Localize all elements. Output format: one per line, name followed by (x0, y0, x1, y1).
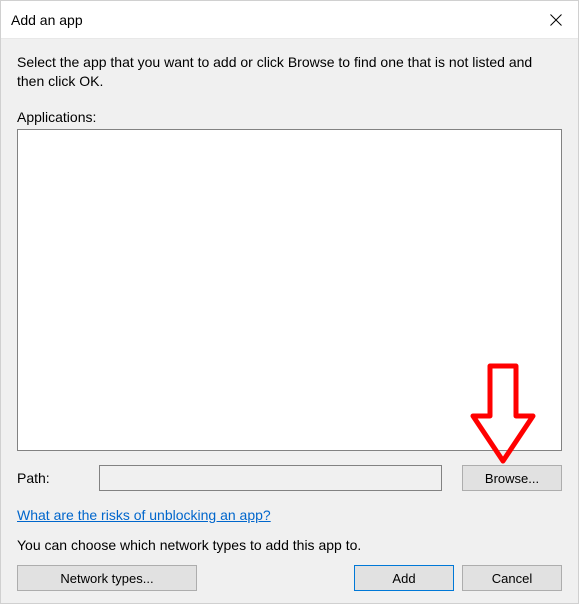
titlebar: Add an app (1, 1, 578, 39)
applications-listbox[interactable] (17, 129, 562, 451)
close-icon (550, 14, 562, 26)
risks-link[interactable]: What are the risks of unblocking an app? (17, 507, 562, 523)
add-app-dialog: Add an app Select the app that you want … (0, 0, 579, 604)
add-button[interactable]: Add (354, 565, 454, 591)
dialog-content: Select the app that you want to add or c… (1, 39, 578, 603)
window-title: Add an app (11, 12, 83, 28)
close-button[interactable] (533, 1, 578, 39)
network-types-text: You can choose which network types to ad… (17, 537, 562, 553)
network-types-button[interactable]: Network types... (17, 565, 197, 591)
path-label: Path: (17, 470, 79, 486)
bottom-button-row: Network types... Add Cancel (17, 565, 562, 591)
path-row: Path: Browse... (17, 465, 562, 491)
path-input[interactable] (99, 465, 442, 491)
browse-button[interactable]: Browse... (462, 465, 562, 491)
cancel-button[interactable]: Cancel (462, 565, 562, 591)
applications-label: Applications: (17, 109, 562, 125)
instruction-text: Select the app that you want to add or c… (17, 53, 562, 91)
